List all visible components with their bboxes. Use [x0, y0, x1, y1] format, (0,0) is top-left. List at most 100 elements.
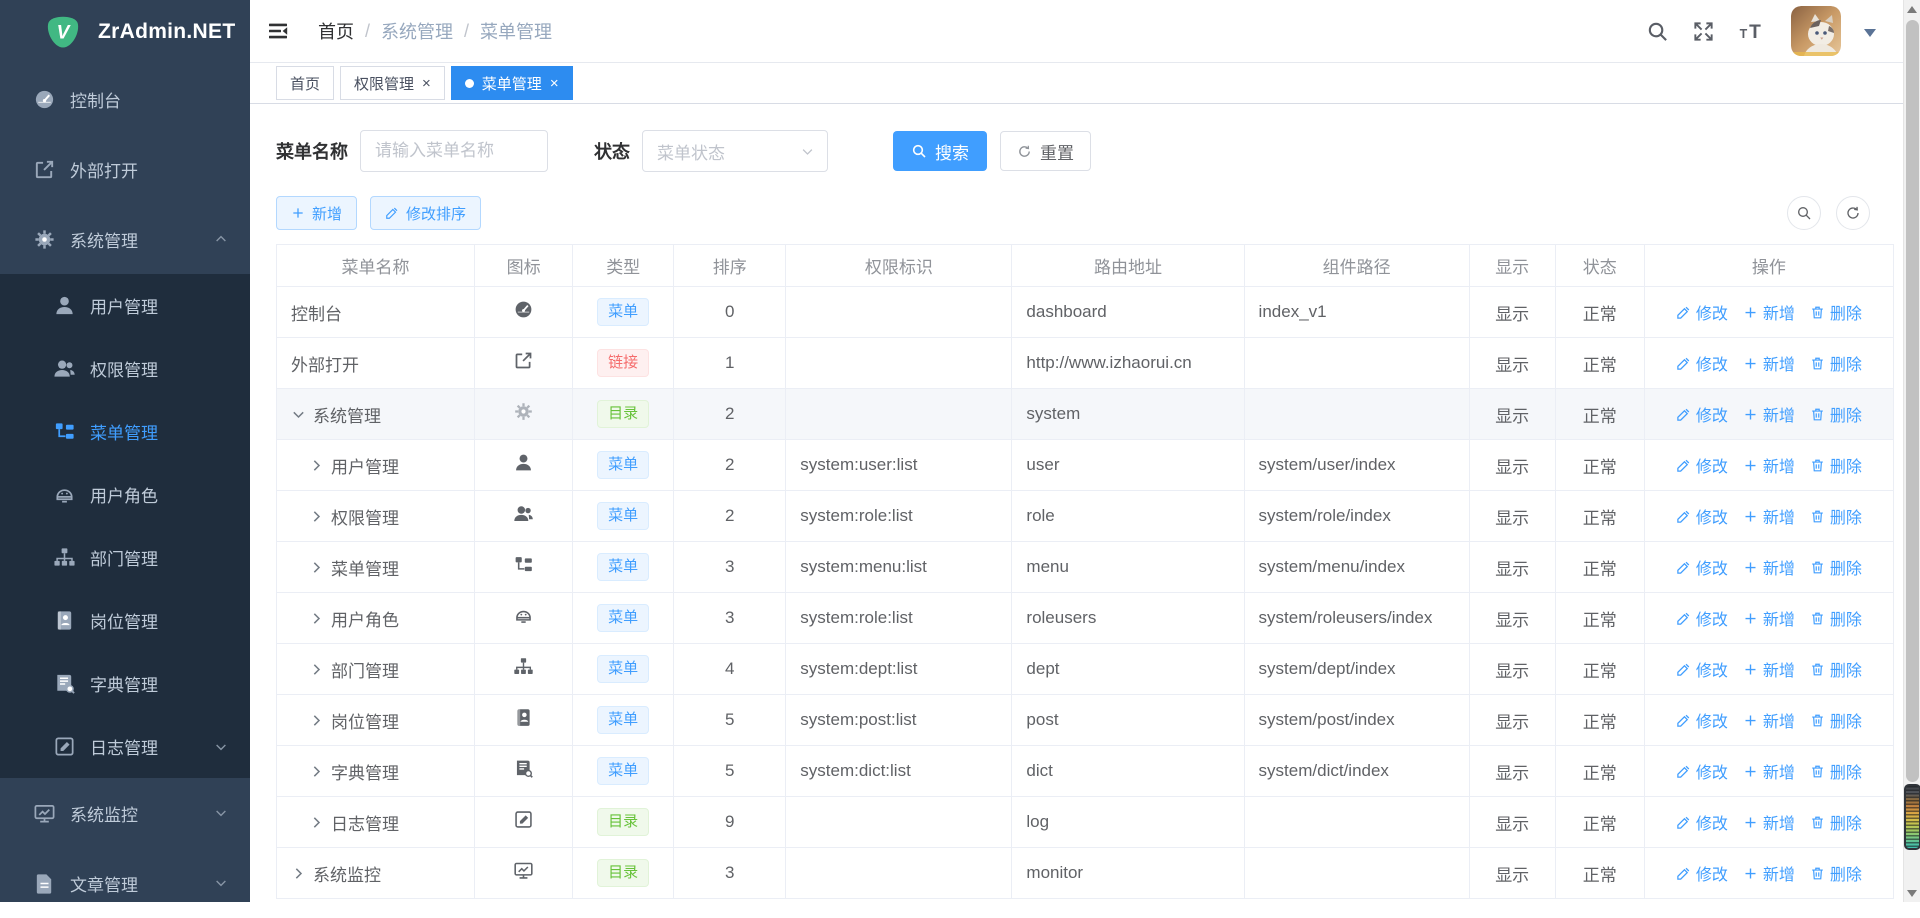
- search-toggle-button[interactable]: [1787, 196, 1821, 230]
- sidebar-item-dict[interactable]: 字典管理: [0, 652, 250, 715]
- delete-link[interactable]: 删除: [1810, 402, 1862, 426]
- chevron-right-icon[interactable]: [309, 458, 324, 473]
- edit-link[interactable]: 修改: [1676, 453, 1728, 477]
- edit-link[interactable]: 修改: [1676, 759, 1728, 783]
- add-link[interactable]: 新增: [1743, 861, 1795, 885]
- caret-down-icon[interactable]: [1864, 29, 1876, 43]
- add-link[interactable]: 新增: [1743, 708, 1795, 732]
- path-cell: user: [1012, 440, 1244, 491]
- edit-link[interactable]: 修改: [1676, 504, 1728, 528]
- font-size-icon[interactable]: TT: [1738, 20, 1768, 43]
- logo-text: ZrAdmin.NET: [98, 20, 235, 44]
- trash-icon: [1810, 713, 1825, 728]
- delete-link[interactable]: 删除: [1810, 810, 1862, 834]
- sidebar-item-dept[interactable]: 部门管理: [0, 526, 250, 589]
- app-logo[interactable]: V ZrAdmin.NET: [0, 0, 250, 64]
- type-tag: 菜单: [597, 604, 649, 632]
- add-link[interactable]: 新增: [1743, 453, 1795, 477]
- sidebar-item-monitor[interactable]: 系统监控: [0, 778, 250, 848]
- add-link[interactable]: 新增: [1743, 657, 1795, 681]
- scrollbar-thumb[interactable]: [1906, 20, 1919, 782]
- edit-link[interactable]: 修改: [1676, 300, 1728, 324]
- edit-link[interactable]: 修改: [1676, 810, 1728, 834]
- component-cell: system/dept/index: [1244, 644, 1469, 695]
- plus-icon: [1743, 305, 1758, 320]
- search-icon[interactable]: [1646, 20, 1669, 43]
- chevron-right-icon[interactable]: [309, 764, 324, 779]
- delete-link[interactable]: 删除: [1810, 606, 1862, 630]
- add-link[interactable]: 新增: [1743, 810, 1795, 834]
- sort-button[interactable]: 修改排序: [370, 196, 481, 230]
- tab-role[interactable]: 权限管理 ×: [340, 66, 445, 100]
- sidebar-item-user[interactable]: 用户管理: [0, 274, 250, 337]
- add-link[interactable]: 新增: [1743, 555, 1795, 579]
- row-actions: 修改新增删除: [1649, 810, 1889, 834]
- menu-name-cell: 菜单管理: [291, 555, 460, 580]
- sidebar-item-article[interactable]: 文章管理: [0, 848, 250, 918]
- tab-menu[interactable]: 菜单管理 ×: [451, 66, 573, 100]
- sidebar-item-post[interactable]: 岗位管理: [0, 589, 250, 652]
- scroll-down-arrow[interactable]: [1907, 890, 1917, 897]
- edit-link[interactable]: 修改: [1676, 555, 1728, 579]
- tags-view-bar: 首页 权限管理 × 菜单管理 ×: [250, 63, 1920, 104]
- search-button[interactable]: 搜索: [893, 131, 987, 171]
- edit-link[interactable]: 修改: [1676, 861, 1728, 885]
- menu-name: 控制台: [291, 300, 342, 325]
- sidebar-item-menu[interactable]: 菜单管理: [0, 400, 250, 463]
- edit-link[interactable]: 修改: [1676, 708, 1728, 732]
- delete-link[interactable]: 删除: [1810, 555, 1862, 579]
- perm-cell: system:post:list: [786, 695, 1012, 746]
- delete-link[interactable]: 删除: [1810, 300, 1862, 324]
- log-icon: [513, 809, 534, 830]
- sidebar-item-roleusers[interactable]: 用户角色: [0, 463, 250, 526]
- add-button[interactable]: 新增: [276, 196, 357, 230]
- tab-home[interactable]: 首页: [276, 66, 334, 100]
- edit-link[interactable]: 修改: [1676, 606, 1728, 630]
- sidebar-item-external[interactable]: 外部打开: [0, 134, 250, 204]
- add-link[interactable]: 新增: [1743, 351, 1795, 375]
- fullscreen-icon[interactable]: [1692, 20, 1715, 43]
- chevron-right-icon[interactable]: [309, 662, 324, 677]
- sidebar-item-console[interactable]: 控制台: [0, 64, 250, 134]
- chevron-right-icon[interactable]: [309, 611, 324, 626]
- tab-label: 菜单管理: [482, 73, 542, 94]
- sidebar-item-log[interactable]: 日志管理: [0, 715, 250, 778]
- add-link[interactable]: 新增: [1743, 606, 1795, 630]
- user-avatar[interactable]: [1791, 6, 1841, 56]
- sidebar-item-system[interactable]: 系统管理: [0, 204, 250, 274]
- delete-link[interactable]: 删除: [1810, 708, 1862, 732]
- add-link[interactable]: 新增: [1743, 759, 1795, 783]
- chevron-down-icon: [800, 144, 815, 159]
- chevron-right-icon[interactable]: [309, 713, 324, 728]
- add-link[interactable]: 新增: [1743, 300, 1795, 324]
- delete-link[interactable]: 删除: [1810, 504, 1862, 528]
- chevron-right-icon[interactable]: [309, 815, 324, 830]
- chevron-down-icon[interactable]: [291, 407, 306, 422]
- chevron-right-icon[interactable]: [291, 866, 306, 881]
- chevron-right-icon[interactable]: [309, 509, 324, 524]
- status-select[interactable]: 菜单状态: [642, 130, 828, 172]
- add-link[interactable]: 新增: [1743, 402, 1795, 426]
- delete-link[interactable]: 删除: [1810, 453, 1862, 477]
- edit-link[interactable]: 修改: [1676, 402, 1728, 426]
- scrollbar[interactable]: [1903, 0, 1920, 902]
- delete-link[interactable]: 删除: [1810, 657, 1862, 681]
- close-icon[interactable]: ×: [550, 76, 559, 91]
- reset-button[interactable]: 重置: [1000, 131, 1091, 171]
- doc-icon: [33, 872, 56, 895]
- type-tag: 菜单: [597, 655, 649, 683]
- edit-link[interactable]: 修改: [1676, 657, 1728, 681]
- breadcrumb-home[interactable]: 首页: [318, 18, 354, 44]
- scroll-up-arrow[interactable]: [1907, 6, 1917, 13]
- chevron-right-icon[interactable]: [309, 560, 324, 575]
- delete-link[interactable]: 删除: [1810, 351, 1862, 375]
- add-link[interactable]: 新增: [1743, 504, 1795, 528]
- edit-link[interactable]: 修改: [1676, 351, 1728, 375]
- refresh-table-button[interactable]: [1836, 196, 1870, 230]
- hamburger-icon[interactable]: [266, 19, 290, 43]
- delete-link[interactable]: 删除: [1810, 861, 1862, 885]
- close-icon[interactable]: ×: [422, 76, 431, 91]
- sidebar-item-role[interactable]: 权限管理: [0, 337, 250, 400]
- delete-link[interactable]: 删除: [1810, 759, 1862, 783]
- menu-name-input[interactable]: [360, 130, 548, 172]
